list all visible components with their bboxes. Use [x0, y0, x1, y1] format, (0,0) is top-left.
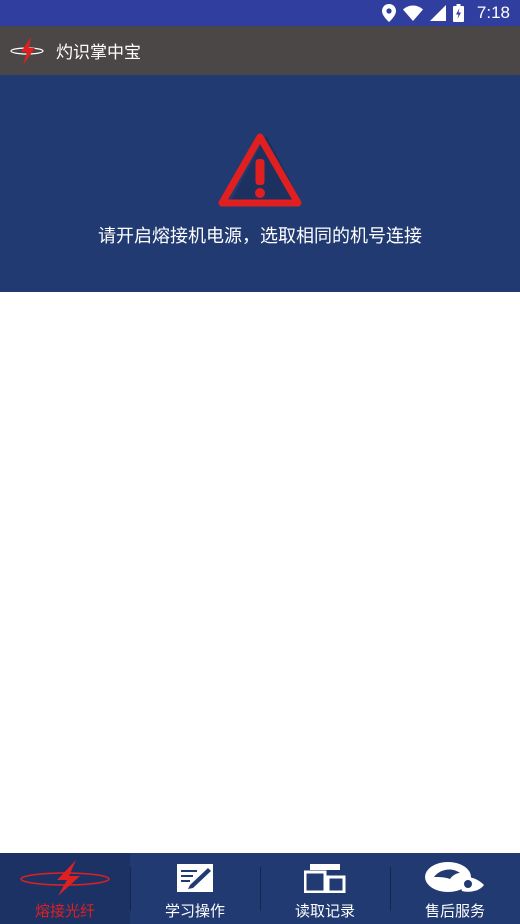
- nav-item-learn[interactable]: 学习操作: [130, 853, 260, 924]
- notepad-pen-icon: [176, 859, 214, 897]
- lightning-fiber-icon: [19, 859, 111, 897]
- device-list-area: [0, 292, 520, 853]
- lightning-logo-icon: [10, 34, 44, 68]
- nav-label: 熔接光纤: [34, 902, 95, 920]
- service-icon: [424, 859, 486, 897]
- nav-item-fusion-splice[interactable]: 熔接光纤: [0, 853, 130, 924]
- banner-message: 请开启熔接机电源，选取相同的机号连接: [98, 226, 422, 247]
- warning-icon: [218, 133, 302, 211]
- app-bar: 灼识掌中宝: [0, 26, 520, 75]
- nav-label: 售后服务: [424, 902, 485, 920]
- nav-item-read-records[interactable]: 读取记录: [260, 853, 390, 924]
- devices-icon: [304, 859, 346, 897]
- status-icons: 7:18: [381, 3, 510, 23]
- location-icon: [381, 4, 396, 22]
- signal-icon: [429, 5, 446, 21]
- status-time: 7:18: [476, 3, 510, 22]
- status-bar: 7:18: [0, 0, 520, 26]
- nav-label: 读取记录: [294, 902, 355, 920]
- app-title: 灼识掌中宝: [56, 43, 141, 63]
- nav-label: 学习操作: [164, 902, 225, 920]
- battery-icon: [452, 4, 464, 22]
- nav-item-after-sales[interactable]: 售后服务: [390, 853, 520, 924]
- wifi-icon: [402, 5, 423, 21]
- bottom-nav: 熔接光纤 学习操作 读取记录 售后服务: [0, 853, 520, 924]
